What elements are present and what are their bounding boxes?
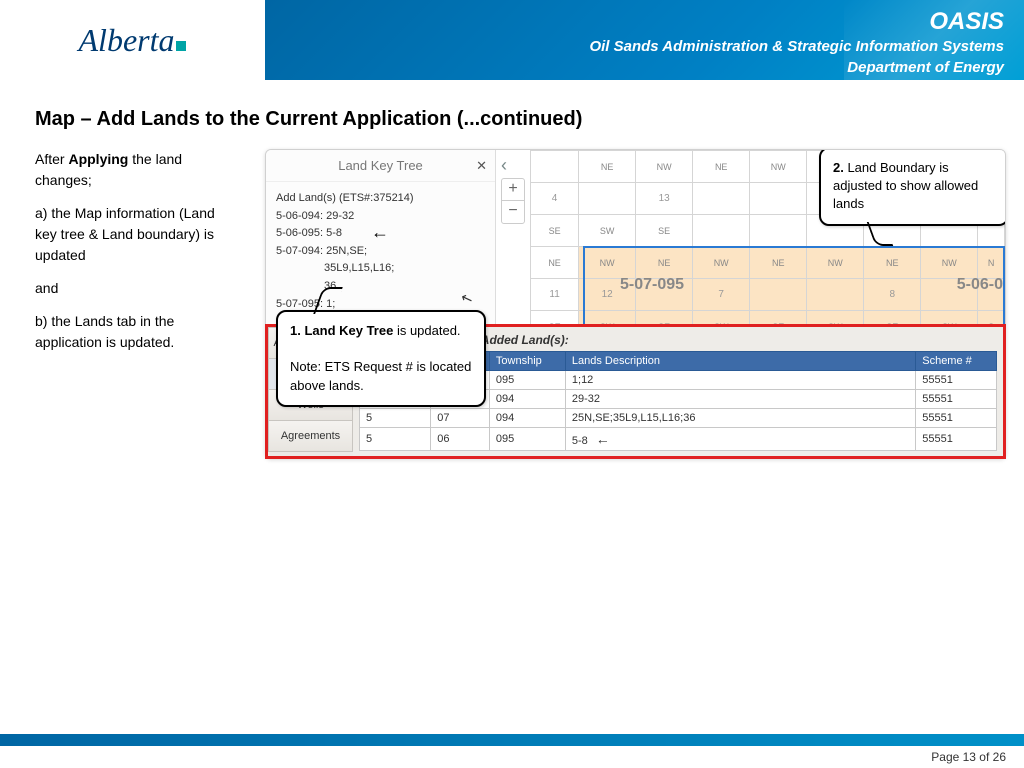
chevron-left-icon[interactable]: ‹ <box>501 155 507 176</box>
tree-line: 35L9,L15,L16; <box>276 260 485 278</box>
zoom-out-icon[interactable]: − <box>502 201 524 223</box>
arrow-icon: ← <box>371 222 389 243</box>
tree-ets: Add Land(s) (ETS#:375214) <box>276 190 485 208</box>
col-scheme: Scheme # <box>916 352 997 371</box>
tree-line: 36 <box>276 278 485 296</box>
and-text: and <box>35 278 235 299</box>
item-b: b) the Lands tab in the application is u… <box>35 311 235 353</box>
page-header: Alberta OASIS Oil Sands Administration &… <box>0 0 1024 80</box>
banner-subtitle-1: Oil Sands Administration & Strategic Inf… <box>265 36 1004 57</box>
banner-subtitle-2: Department of Energy <box>265 57 1004 78</box>
col-township: Township <box>489 352 565 371</box>
callout-1: 1. Land Key Tree is updated. Note: ETS R… <box>276 310 486 407</box>
logo-area: Alberta <box>0 0 265 80</box>
tab-agreements[interactable]: Agreements <box>268 420 353 452</box>
col-lands-desc: Lands Description <box>565 352 915 371</box>
item-a: a) the Map information (Land key tree & … <box>35 203 235 266</box>
arrow-icon: ← <box>596 431 610 447</box>
page-footer: Page 13 of 26 <box>0 730 1024 768</box>
alberta-logo: Alberta <box>79 22 187 59</box>
table-row: 5060955-8←55551 <box>360 428 997 451</box>
close-icon[interactable]: ✕ <box>476 158 487 174</box>
banner: OASIS Oil Sands Administration & Strateg… <box>265 0 1024 80</box>
table-row: 50709425N,SE;35L9,L15,L16;3655551 <box>360 409 997 428</box>
section-label: 5-07-095 <box>620 276 684 294</box>
intro-text: After Applying the land changes; <box>35 149 235 191</box>
callout-2: 2. Land Boundary is adjusted to show all… <box>819 149 1006 226</box>
screenshot-area: Land Key Tree ✕ Add Land(s) (ETS#:375214… <box>265 149 1006 459</box>
zoom-in-icon[interactable]: + <box>502 179 524 201</box>
section-label: 5-06-0 <box>957 276 1003 294</box>
banner-title: OASIS <box>265 8 1004 36</box>
page-number: Page 13 of 26 <box>931 750 1006 764</box>
footer-bar <box>0 734 1024 746</box>
tree-title: Land Key Tree <box>338 158 423 173</box>
tree-line: 5-07-094: 25N,SE; <box>276 243 485 261</box>
page-title: Map – Add Lands to the Current Applicati… <box>0 80 1024 149</box>
instructions-panel: After Applying the land changes; a) the … <box>35 149 265 459</box>
content-area: After Applying the land changes; a) the … <box>0 149 1024 459</box>
tree-header: Land Key Tree ✕ <box>266 150 495 182</box>
zoom-control[interactable]: + − <box>501 178 525 224</box>
